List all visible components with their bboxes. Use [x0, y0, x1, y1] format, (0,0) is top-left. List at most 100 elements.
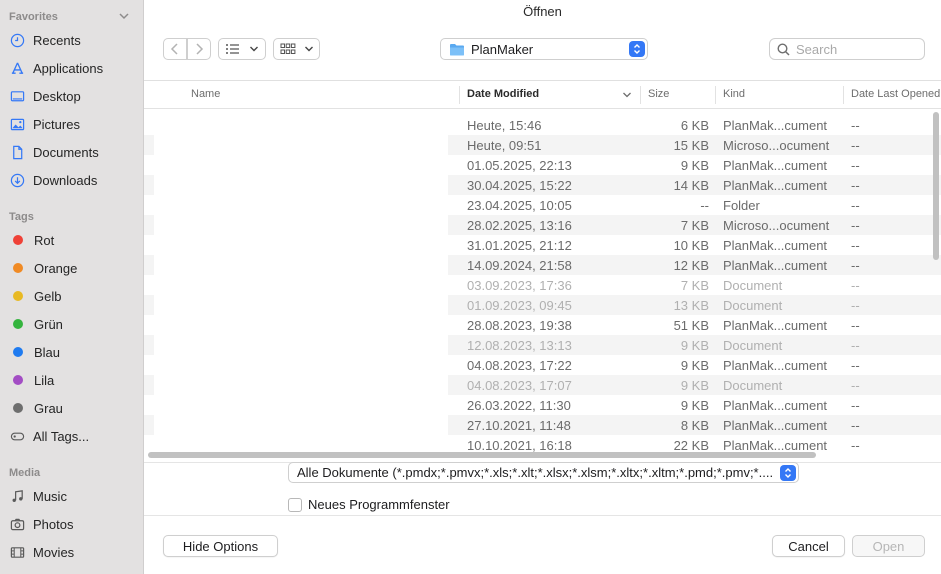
column-header-size[interactable]: Size: [648, 88, 669, 100]
table-row[interactable]: 14.09.2024, 21:58 12 KB PlanMak...cument --: [144, 255, 941, 275]
column-divider[interactable]: [715, 86, 716, 104]
location-select[interactable]: PlanMaker: [440, 38, 648, 60]
size-cell: 7 KB: [680, 218, 709, 233]
sidebar-item-music[interactable]: Music: [9, 485, 139, 507]
sidebar-item-downloads[interactable]: Downloads: [9, 169, 139, 191]
date-modified-cell: 31.01.2025, 21:12: [467, 238, 572, 253]
sidebar-tag-gelb[interactable]: Gelb: [9, 285, 139, 307]
kind-cell: PlanMak...cument: [723, 118, 828, 133]
sidebar-item-label: Desktop: [33, 88, 81, 104]
column-header-name[interactable]: Name: [191, 88, 220, 100]
forward-button[interactable]: [187, 38, 211, 60]
date-last-opened-cell: --: [851, 338, 860, 353]
desktop-icon: [9, 88, 25, 104]
divider: [144, 515, 941, 516]
table-row[interactable]: 27.10.2021, 11:48 8 KB PlanMak...cument --: [144, 415, 941, 435]
size-cell: 22 KB: [673, 438, 709, 452]
checkbox-box[interactable]: [288, 497, 302, 512]
kind-cell: PlanMak...cument: [723, 238, 828, 253]
sidebar-tag-lila[interactable]: Lila: [9, 369, 139, 391]
sidebar-tag-gruen[interactable]: Grün: [9, 313, 139, 335]
date-modified-cell: 01.05.2025, 22:13: [467, 158, 572, 173]
kind-cell: PlanMak...cument: [723, 438, 828, 452]
open-button[interactable]: Open: [852, 535, 925, 557]
table-row[interactable]: 12.08.2023, 13:13 9 KB Document --: [144, 335, 941, 355]
column-header-date-modified[interactable]: Date Modified: [467, 88, 539, 100]
size-cell: --: [700, 198, 709, 213]
sidebar-tag-blau[interactable]: Blau: [9, 341, 139, 363]
date-modified-cell: 28.02.2025, 13:16: [467, 218, 572, 233]
sidebar-item-applications[interactable]: Applications: [9, 57, 139, 79]
name-cell: [154, 395, 448, 415]
table-row[interactable]: 01.09.2023, 09:45 13 KB Document --: [144, 295, 941, 315]
sidebar-all-tags[interactable]: All Tags...: [9, 425, 139, 447]
chevron-down-icon[interactable]: [118, 10, 130, 22]
sidebar-tag-rot[interactable]: Rot: [9, 229, 139, 251]
size-cell: 9 KB: [680, 398, 709, 413]
vertical-scrollbar[interactable]: [933, 112, 939, 260]
column-divider[interactable]: [459, 86, 460, 104]
kind-cell: PlanMak...cument: [723, 358, 828, 373]
table-row[interactable]: 30.04.2025, 15:22 14 KB PlanMak...cument --: [144, 175, 941, 195]
sidebar-tag-grau[interactable]: Grau: [9, 397, 139, 419]
sidebar-item-desktop[interactable]: Desktop: [9, 85, 139, 107]
sidebar-item-photos[interactable]: Photos: [9, 513, 139, 535]
grid-view-button[interactable]: [273, 38, 320, 60]
size-cell: 9 KB: [680, 378, 709, 393]
date-last-opened-cell: --: [851, 218, 860, 233]
name-cell: [154, 295, 448, 315]
list-view-button[interactable]: [218, 38, 266, 60]
table-row[interactable]: 28.02.2025, 13:16 7 KB Microso...ocument --: [144, 215, 941, 235]
column-header-date-last-opened[interactable]: Date Last Opened: [851, 88, 940, 100]
table-row[interactable]: Heute, 15:46 6 KB PlanMak...cument --: [144, 115, 941, 135]
green-tag-icon: [13, 319, 23, 329]
table-row[interactable]: 03.09.2023, 17:36 7 KB Document --: [144, 275, 941, 295]
tags-section-label: Tags: [9, 211, 34, 223]
sidebar-item-documents[interactable]: Documents: [9, 141, 139, 163]
sidebar-item-label: Recents: [33, 32, 81, 48]
table-row[interactable]: 28.08.2023, 19:38 51 KB PlanMak...cument --: [144, 315, 941, 335]
back-button[interactable]: [163, 38, 187, 60]
table-row[interactable]: 31.01.2025, 21:12 10 KB PlanMak...cument --: [144, 235, 941, 255]
new-window-checkbox[interactable]: Neues Programmfenster: [288, 497, 450, 512]
table-row[interactable]: 10.10.2021, 16:18 22 KB PlanMak...cument --: [144, 435, 941, 452]
column-header-kind[interactable]: Kind: [723, 88, 745, 100]
clock-icon: [9, 32, 25, 48]
sidebar-item-pictures[interactable]: Pictures: [9, 113, 139, 135]
sidebar-item-movies[interactable]: Movies: [9, 541, 139, 563]
media-section-label: Media: [9, 467, 41, 479]
table-row[interactable]: 26.03.2022, 11:30 9 KB PlanMak...cument --: [144, 395, 941, 415]
search-field[interactable]: [769, 38, 925, 60]
table-row[interactable]: 23.04.2025, 10:05 -- Folder --: [144, 195, 941, 215]
file-type-value: Alle Dokumente (*.pmdx;*.pmvx;*.xls;*.xl…: [297, 465, 774, 480]
sidebar-item-label: Lila: [34, 372, 55, 388]
chevron-right-icon: [196, 43, 204, 55]
table-row[interactable]: 04.08.2023, 17:22 9 KB PlanMak...cument --: [144, 355, 941, 375]
sidebar-item-label: Rot: [34, 232, 55, 248]
new-window-label: Neues Programmfenster: [308, 497, 450, 512]
column-divider[interactable]: [640, 86, 641, 104]
kind-cell: PlanMak...cument: [723, 398, 828, 413]
film-icon: [9, 544, 25, 560]
sidebar: Favorites Recents Applications Desktop P…: [0, 0, 144, 574]
sidebar-tag-orange[interactable]: Orange: [9, 257, 139, 279]
date-last-opened-cell: --: [851, 258, 860, 273]
sidebar-item-recents[interactable]: Recents: [9, 29, 139, 51]
sidebar-item-label: All Tags...: [33, 428, 90, 444]
file-type-select[interactable]: Alle Dokumente (*.pmdx;*.pmvx;*.xls;*.xl…: [288, 462, 799, 483]
hide-options-button[interactable]: Hide Options: [163, 535, 278, 557]
table-row[interactable]: 04.08.2023, 17:07 9 KB Document --: [144, 375, 941, 395]
table-row[interactable]: Heute, 09:51 15 KB Microso...ocument --: [144, 135, 941, 155]
cancel-button[interactable]: Cancel: [772, 535, 845, 557]
table-row[interactable]: 01.05.2025, 22:13 9 KB PlanMak...cument --: [144, 155, 941, 175]
column-divider[interactable]: [843, 86, 844, 104]
sidebar-item-label: Gelb: [34, 288, 62, 304]
size-cell: 13 KB: [673, 298, 709, 313]
date-modified-cell: 14.09.2024, 21:58: [467, 258, 572, 273]
horizontal-scrollbar[interactable]: [148, 452, 816, 458]
search-input[interactable]: [796, 41, 916, 57]
size-cell: 9 KB: [680, 158, 709, 173]
name-cell: [154, 415, 448, 435]
orange-tag-icon: [13, 263, 23, 273]
name-cell: [154, 335, 448, 355]
